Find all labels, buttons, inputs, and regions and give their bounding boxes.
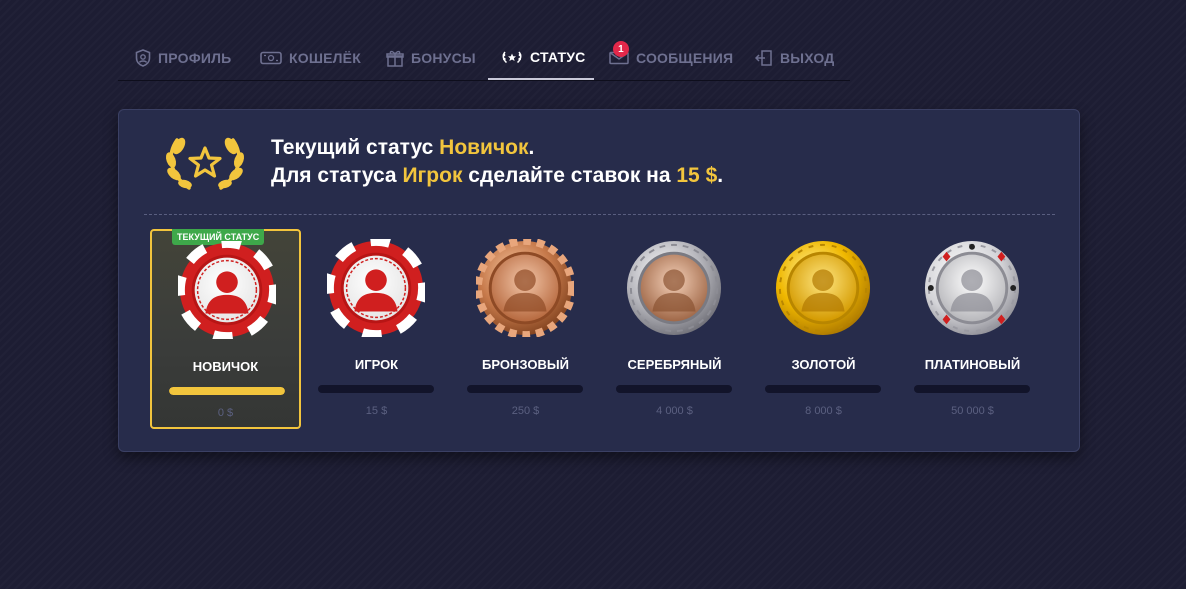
tab-label: ПРОФИЛЬ — [158, 50, 232, 66]
text: . — [528, 136, 535, 159]
level-name: ЗОЛОТОЙ — [791, 357, 856, 372]
wallet-icon — [260, 51, 282, 65]
text: сделайте ставок на — [462, 164, 677, 187]
tab-label: БОНУСЫ — [411, 50, 476, 66]
next-status-line: Для статуса Игрок сделайте ставок на 15 … — [271, 162, 723, 190]
level-card-silver: СЕРЕБРЯНЫЙ 4 000 $ — [599, 229, 750, 429]
tab-label: КОШЕЛЁК — [289, 50, 361, 66]
level-progress-bar — [914, 385, 1030, 393]
logout-icon — [755, 50, 772, 66]
tab-label: ВЫХОД — [780, 50, 835, 66]
level-name: СЕРЕБРЯНЫЙ — [627, 357, 722, 372]
level-progress-bar — [169, 387, 285, 395]
text: . — [717, 164, 724, 187]
bronze-chip-icon — [476, 239, 574, 337]
current-status-name: Новичок — [439, 136, 529, 159]
unread-count-badge: 1 — [613, 41, 629, 57]
level-card-player: ИГРОК 15 $ — [301, 229, 452, 429]
current-status-line: Текущий статус Новичок. — [271, 134, 723, 162]
level-amount: 0 $ — [217, 407, 234, 419]
tab-messages[interactable]: 1 СООБЩЕНИЯ — [594, 36, 744, 80]
tab-label: СТАТУС — [530, 49, 586, 65]
level-card-platinum: ПЛАТИНОВЫЙ 50 000 $ — [897, 229, 1048, 429]
level-card-bronze: БРОНЗОВЫЙ 250 $ — [450, 229, 601, 429]
tab-logout[interactable]: ВЫХОД — [744, 36, 850, 80]
profile-nav-tabs: ПРОФИЛЬ КОШЕЛЁК БОНУСЫ СТАТУС 1 СООБЩЕНИ… — [118, 36, 850, 81]
divider — [144, 214, 1055, 215]
level-progress-bar — [765, 385, 881, 393]
level-amount: 15 $ — [365, 405, 388, 417]
text: Текущий статус — [271, 136, 440, 159]
level-amount: 4 000 $ — [656, 405, 693, 417]
level-progress-bar — [318, 385, 434, 393]
silver-chip-icon — [626, 240, 722, 336]
level-progress-fill — [169, 387, 285, 395]
gift-icon — [386, 50, 404, 67]
next-status-name: Игрок — [402, 164, 463, 187]
level-progress-bar — [467, 385, 583, 393]
level-card-novice: ТЕКУЩИЙ СТАТУС НОВИЧОК 0 $ — [150, 229, 301, 429]
tab-status[interactable]: СТАТУС — [488, 36, 594, 80]
red-chip-icon — [327, 239, 425, 337]
level-name: БРОНЗОВЫЙ — [482, 357, 569, 372]
text: Для статуса — [271, 164, 403, 187]
required-amount: 15 $ — [676, 164, 718, 187]
tab-label: СООБЩЕНИЯ — [636, 50, 734, 66]
level-name: ПЛАТИНОВЫЙ — [924, 357, 1021, 372]
laurel-star-icon — [165, 137, 245, 190]
level-amount: 50 000 $ — [951, 405, 994, 417]
tab-bonuses[interactable]: БОНУСЫ — [386, 36, 488, 80]
level-card-gold: ЗОЛОТОЙ 8 000 $ — [748, 229, 899, 429]
tab-wallet[interactable]: КОШЕЛЁК — [260, 36, 386, 80]
gold-chip-icon — [775, 240, 871, 336]
laurel-star-icon — [502, 51, 522, 64]
level-name: ИГРОК — [354, 357, 399, 372]
platinum-chip-icon — [924, 240, 1020, 336]
level-name: НОВИЧОК — [192, 359, 259, 374]
status-panel: Текущий статус Новичок. Для статуса Игро… — [118, 109, 1080, 452]
red-chip-icon — [178, 241, 276, 339]
level-progress-bar — [616, 385, 732, 393]
status-message: Текущий статус Новичок. Для статуса Игро… — [271, 134, 723, 190]
shield-user-icon — [135, 49, 151, 67]
level-amount: 8 000 $ — [805, 405, 842, 417]
level-amount: 250 $ — [511, 405, 540, 417]
tab-profile[interactable]: ПРОФИЛЬ — [118, 36, 260, 80]
